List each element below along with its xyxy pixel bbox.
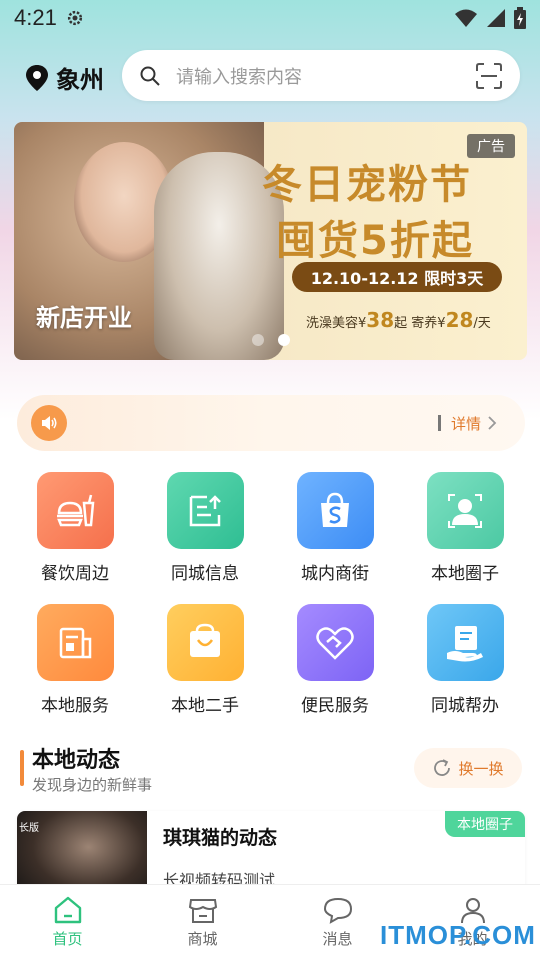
bath-label: 洗澡美容¥ [306,316,367,331]
banner-date-text: 12.10-12.12 限时3天 [310,269,484,288]
section-subtitle: 发现身边的新鲜事 [32,776,153,794]
ad-tag: 广告 [467,134,515,158]
basket-icon [166,604,244,681]
grid-label: 同城信息 [171,564,239,584]
nav-label: 首页 [52,930,83,948]
grid-label: 本地服务 [41,696,109,716]
location-selector[interactable]: 象州 [26,60,104,95]
grid-item-city-info[interactable]: 同城信息 [150,472,260,584]
thumbnail-tag: 长版 [19,823,39,834]
banner-pagination[interactable] [252,334,290,346]
banner-headline-2: 囤货5折起 [276,218,474,264]
hand-doc-icon [426,604,504,681]
board-suffix: /天 [473,316,491,331]
status-time: 4:21 [14,5,57,30]
notice-text-cursor [437,415,441,431]
notice-details-label: 详情 [450,414,481,433]
battery-icon [514,7,526,29]
heart-handshake-icon [296,604,374,681]
location-pin-icon [26,64,48,91]
status-indicators [454,7,526,29]
shopping-bag-icon [296,472,374,549]
location-name: 象州 [56,66,104,94]
search-input[interactable]: 请输入搜索内容 [176,63,476,89]
notice-bar[interactable]: 详情 [17,395,525,451]
chevron-right-icon [488,416,497,430]
grid-label: 城内商街 [301,564,369,584]
status-bar: 4:21 [0,0,540,36]
bath-price: 38 [366,308,395,332]
scan-icon[interactable] [476,62,502,89]
grid-row: 本地服务 本地二手 便民服务 同城帮办 [0,604,540,716]
user-circle-icon [426,472,504,549]
speaker-icon [31,405,67,441]
settings-gear-icon [67,10,82,26]
bath-suffix: 起 [394,316,408,331]
refresh-button[interactable]: 换一换 [414,748,522,788]
watermark: ITMOP.COM [380,920,536,950]
grid-item-mall-street[interactable]: 城内商街 [280,472,390,584]
banner-title: 新店开业 [36,304,132,332]
grid-label: 便民服务 [301,696,369,716]
section-title: 本地动态 [32,748,121,773]
grid-item-food[interactable]: 餐饮周边 [20,472,130,584]
refresh-label: 换一换 [458,759,504,778]
search-icon [140,66,160,86]
wifi-icon [455,9,477,27]
nav-store[interactable]: 商城 [143,896,263,949]
search-bar[interactable]: 请输入搜索内容 [122,50,520,101]
banner-date-pill: 12.10-12.12 限时3天 [292,262,502,292]
grid-label: 本地二手 [171,696,239,716]
nav-label: 商城 [187,930,218,948]
nav-label: 消息 [322,930,353,948]
grid-item-convenience[interactable]: 便民服务 [280,604,390,716]
promo-banner[interactable]: 广告 冬日宠粉节 囤货5折起 12.10-12.12 限时3天 洗澡美容¥38起… [14,122,527,360]
banner-dot-active[interactable] [278,334,290,346]
notice-details-link[interactable]: 详情 [451,413,497,434]
grid-row: 餐饮周边 同城信息 城内商街 本地圈子 [0,472,540,584]
grid-item-local-service[interactable]: 本地服务 [20,604,130,716]
grid-item-local-circle[interactable]: 本地圈子 [410,472,520,584]
banner-headline-1: 冬日宠粉节 [262,162,472,208]
chat-icon [323,897,352,924]
feed-title: 琪琪猫的动态 [163,827,278,849]
section-accent-bar [20,750,24,786]
banner-price-line: 洗澡美容¥38起 寄养¥28/天 [306,308,491,332]
grid-label: 本地圈子 [431,564,499,584]
store-icon [188,899,217,923]
refresh-icon [434,759,451,776]
food-icon [36,472,114,549]
grid-item-city-helper[interactable]: 同城帮办 [410,604,520,716]
board-label: 寄养¥ [411,316,446,331]
nav-home[interactable]: 首页 [8,896,128,949]
banner-dot[interactable] [252,334,264,346]
grid-item-second-hand[interactable]: 本地二手 [150,604,260,716]
grid-label: 同城帮办 [431,696,499,716]
category-grid: 餐饮周边 同城信息 城内商街 本地圈子 本地服务 本地二手 便民服务 同城帮办 [0,472,540,736]
feed-category-tag: 本地圈子 [445,811,525,837]
signal-icon [487,9,505,27]
board-price: 28 [445,308,474,332]
upload-doc-icon [166,472,244,549]
home-icon [54,896,81,924]
service-doc-icon [36,604,114,681]
grid-label: 餐饮周边 [41,564,109,584]
